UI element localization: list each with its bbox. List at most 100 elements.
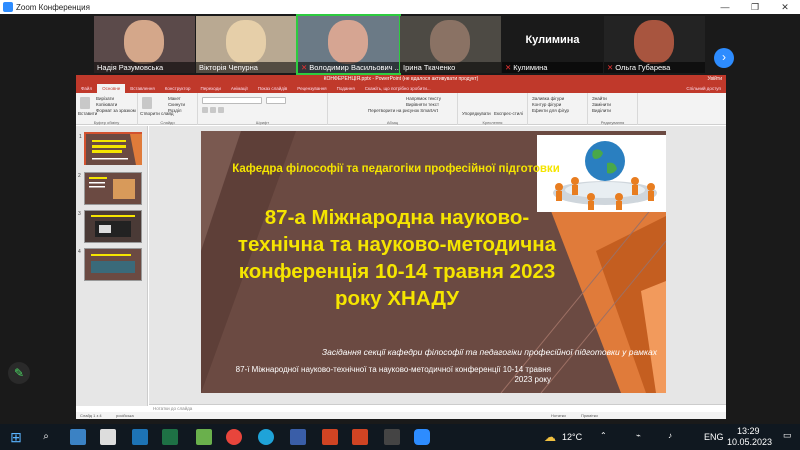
search-icon[interactable]: ⌕ [38, 429, 54, 445]
slide-thumbnail[interactable]: 3 [78, 210, 142, 243]
paste-button[interactable]: Вставити [78, 111, 97, 116]
thumbnail-preview [85, 173, 141, 204]
notes-pane[interactable]: Нотатки до слайда [149, 404, 726, 412]
tab-transitions[interactable]: Переходи [195, 84, 225, 93]
weather-icon[interactable]: ☁ [542, 429, 558, 445]
participant-tile[interactable]: Вікторія Чепурна [196, 16, 297, 73]
thumbnail-preview [85, 211, 141, 242]
layout-button[interactable]: Макет [168, 96, 181, 101]
zoom-titlebar: Zoom Конференция — ❐ ✕ [0, 0, 800, 14]
edge-icon[interactable] [258, 429, 274, 445]
font-name-select[interactable] [202, 97, 262, 104]
participant-name-bar: ✕ Ольга Губарева [604, 62, 705, 73]
tab-design[interactable]: Конструктор [160, 84, 196, 93]
weather-temp[interactable]: 12°C [562, 432, 582, 442]
share-button[interactable]: Спільний доступ [681, 84, 726, 93]
text-direction-button[interactable]: Напрямок тексту [406, 96, 441, 101]
tab-home[interactable]: Основне [97, 84, 126, 93]
excel-icon[interactable] [162, 429, 178, 445]
tab-view[interactable]: Подання [332, 84, 360, 93]
tray-chevron-icon[interactable]: ⌃ [600, 431, 607, 440]
network-icon[interactable]: ⌁ [636, 431, 641, 440]
tab-insert[interactable]: Вставлення [125, 84, 160, 93]
tab-file[interactable]: Файл [76, 84, 97, 93]
participant-tile[interactable]: Кулимина ✕ Кулимина [502, 16, 603, 73]
quick-styles-button[interactable]: Експрес-стилі [494, 111, 523, 116]
tab-review[interactable]: Рецензування [292, 84, 331, 93]
start-windows-icon[interactable]: ⊞ [8, 429, 24, 445]
shape-effects-button[interactable]: Ефекти для фігур [532, 108, 569, 113]
zoom-app-icon[interactable] [414, 429, 430, 445]
participant-tile-active[interactable]: ✕ Володимир Васильович ... [296, 14, 401, 75]
chrome-icon[interactable] [226, 429, 242, 445]
powerpoint-icon[interactable] [322, 429, 338, 445]
tell-me-search[interactable]: Скажіть, що потрібно зробити... [360, 84, 436, 93]
language-indicator[interactable]: російська [116, 412, 134, 419]
window-controls: — ❐ ✕ [710, 2, 800, 13]
notification-icon[interactable]: ▭ [783, 430, 792, 441]
convert-smartart-button[interactable]: Перетворити на рисунок SmartArt [368, 108, 438, 113]
participant-video [430, 20, 470, 64]
ribbon-group-paragraph: Напрямок тексту Вирівняти текст Перетвор… [328, 93, 458, 125]
ribbon-group-slides: Створити слайд Макет Скинути Розділ Слай… [138, 93, 198, 125]
app-icon[interactable] [384, 429, 400, 445]
group-label: Креслення [482, 120, 503, 125]
participant-name: Надія Разумовська [94, 62, 195, 73]
format-painter-button[interactable]: Формат за зразком [96, 108, 136, 113]
sign-in-link[interactable]: Увійти [707, 75, 722, 84]
find-button[interactable]: Знайти [592, 96, 607, 101]
notes-toggle[interactable]: Нотатки [551, 412, 566, 419]
ribbon-group-shape-format: Заливка фігури Контур фігури Ефекти для … [528, 93, 588, 125]
participant-name-bar: ✕ Володимир Васильович ... [298, 62, 399, 73]
ppt-window-title: КОНФЕРЕНЦІЯ.pptx - PowerPoint (не вдалос… [323, 76, 479, 82]
section-button[interactable]: Розділ [168, 108, 181, 113]
slide-thumbnail[interactable]: 2 [78, 172, 142, 205]
annotate-pencil-icon[interactable]: ✎ [8, 362, 30, 384]
shape-outline-button[interactable]: Контур фігури [532, 102, 561, 107]
security-icon[interactable] [132, 429, 148, 445]
reset-button[interactable]: Скинути [168, 102, 185, 107]
clock-time[interactable]: 13:29 [737, 426, 760, 436]
participant-tile[interactable]: Надія Разумовська [94, 16, 195, 73]
participant-tile[interactable]: ✕ Ольга Губарева [604, 16, 705, 73]
clock-date[interactable]: 10.05.2023 [727, 437, 772, 447]
slide-thumbnail[interactable]: 4 [78, 248, 142, 281]
slide-thumbnail[interactable]: 1 [79, 132, 142, 165]
arrange-button[interactable]: Упорядкувати [462, 111, 491, 116]
word-icon[interactable] [290, 429, 306, 445]
shared-screen: КОНФЕРЕНЦІЯ.pptx - PowerPoint (не вдалос… [76, 75, 726, 419]
font-size-select[interactable] [266, 97, 286, 104]
current-slide[interactable]: Кафедра філософії та педагогіки професій… [201, 131, 666, 393]
tab-slideshow[interactable]: Показ слайдів [253, 84, 292, 93]
window-title: Zoom Конференция [16, 2, 90, 12]
slide-number: 4 [78, 249, 81, 255]
slide-number: 1 [79, 134, 82, 140]
replace-button[interactable]: Замінити [592, 102, 611, 107]
torrent-icon[interactable] [196, 429, 212, 445]
volume-icon[interactable]: ♪ [668, 431, 672, 440]
group-label: Шрифт [255, 120, 270, 125]
underline-icon[interactable] [218, 107, 224, 113]
maximize-button[interactable]: ❐ [740, 2, 770, 13]
align-text-button[interactable]: Вирівняти текст [406, 102, 439, 107]
file-explorer-icon[interactable] [70, 429, 86, 445]
participant-video [634, 20, 674, 64]
copy-button[interactable]: Копіювати [96, 102, 117, 107]
slide-number: 3 [78, 211, 81, 217]
minimize-button[interactable]: — [710, 2, 740, 13]
participant-tile[interactable]: Ірина Ткаченко [400, 16, 501, 73]
cut-button[interactable]: Вирізати [96, 96, 114, 101]
shape-fill-button[interactable]: Заливка фігури [532, 96, 564, 101]
language-indicator[interactable]: ENG [704, 432, 724, 442]
tab-animations[interactable]: Анімації [226, 84, 253, 93]
close-button[interactable]: ✕ [770, 2, 800, 13]
participant-video [226, 20, 266, 64]
slide-canvas-area: Кафедра філософії та педагогіки професій… [149, 126, 726, 404]
next-page-chevron-icon[interactable]: › [714, 48, 734, 68]
notepad-icon[interactable] [100, 429, 116, 445]
select-button[interactable]: Виділити [592, 108, 611, 113]
bold-icon[interactable] [202, 107, 208, 113]
comments-toggle[interactable]: Примітки [581, 412, 598, 419]
powerpoint-icon-2[interactable] [352, 429, 368, 445]
italic-icon[interactable] [210, 107, 216, 113]
